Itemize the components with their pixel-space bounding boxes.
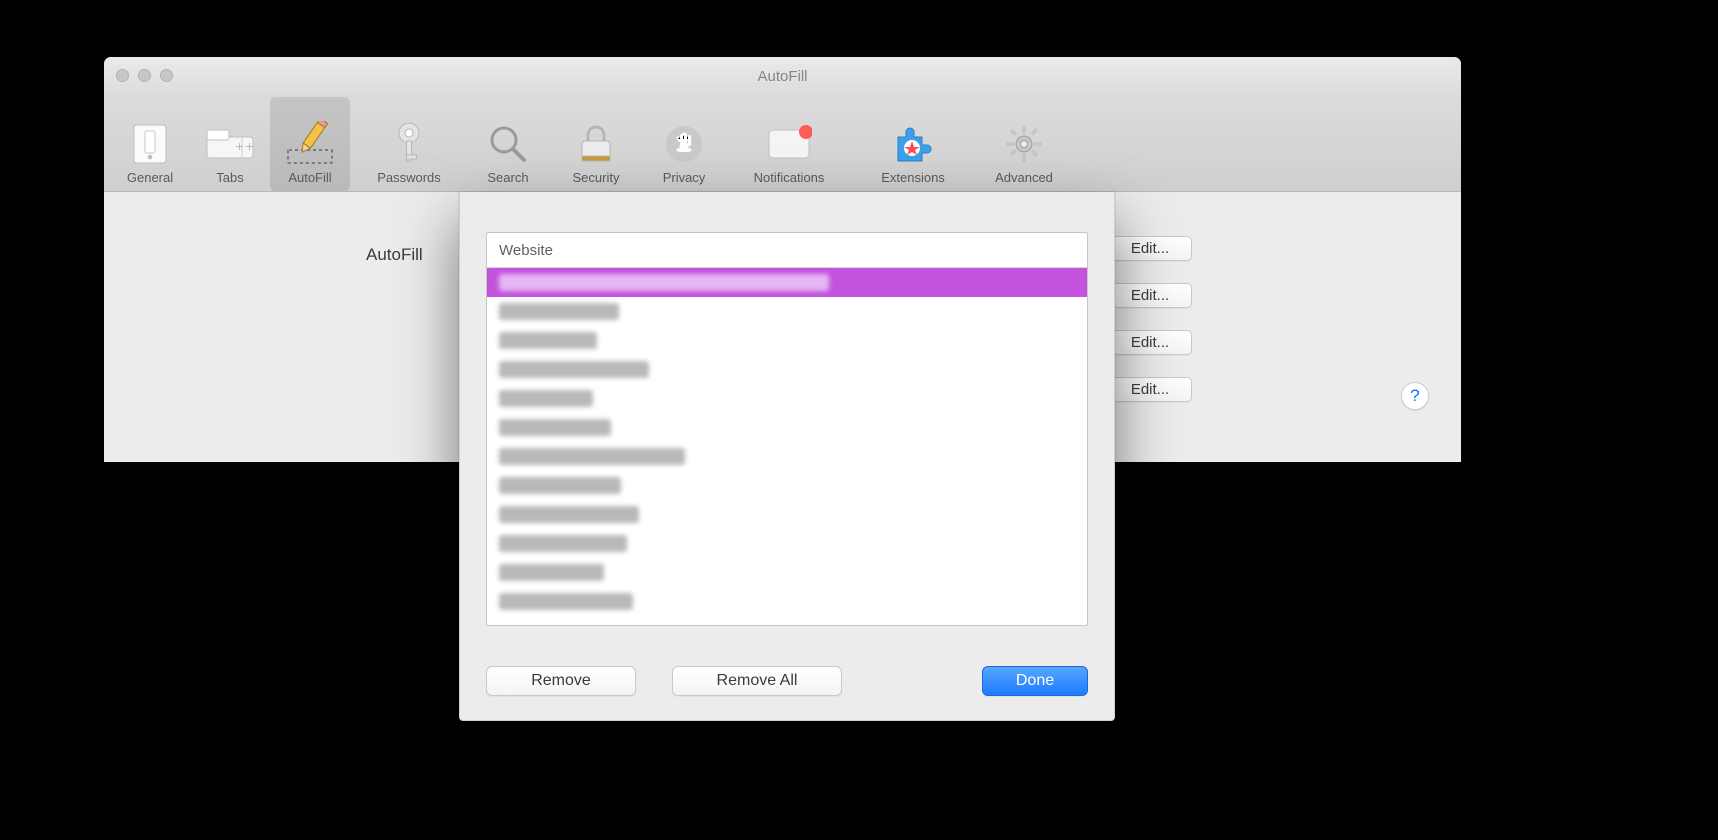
search-icon [487, 118, 529, 170]
tab-notifications[interactable]: Notifications [724, 97, 854, 191]
table-row[interactable] [487, 268, 1087, 297]
done-button[interactable]: Done [982, 666, 1088, 696]
tab-label: Extensions [881, 170, 945, 185]
table-row[interactable] [487, 471, 1087, 500]
redacted-website [499, 448, 685, 465]
tab-label: Tabs [216, 170, 243, 185]
tab-tabs[interactable]: ＋ ＋ Tabs [190, 97, 270, 191]
table-row[interactable] [487, 529, 1087, 558]
advanced-icon [1003, 118, 1045, 170]
redacted-website [499, 535, 627, 552]
tab-privacy[interactable]: Privacy [644, 97, 724, 191]
redacted-website [499, 303, 619, 320]
general-icon [133, 118, 167, 170]
redacted-website [499, 564, 604, 581]
table-row[interactable] [487, 384, 1087, 413]
edit-button-1[interactable]: Edit... [1108, 236, 1192, 261]
tab-autofill[interactable]: AutoFill [270, 97, 350, 191]
remove-all-button[interactable]: Remove All [672, 666, 842, 696]
tab-label: Security [573, 170, 620, 185]
table-row[interactable] [487, 413, 1087, 442]
website-rows [487, 268, 1087, 616]
redacted-website [499, 274, 829, 291]
svg-text:＋: ＋ [235, 142, 244, 152]
tab-advanced[interactable]: Advanced [972, 97, 1076, 191]
tab-security[interactable]: Security [548, 97, 644, 191]
table-row[interactable] [487, 442, 1087, 471]
autofill-icon [284, 118, 336, 170]
website-table: Website [486, 232, 1088, 626]
table-row[interactable] [487, 558, 1087, 587]
traffic-lights [116, 69, 173, 82]
passwords-icon [392, 118, 426, 170]
autofill-websites-sheet: Website Remove Remove All Done [459, 192, 1115, 721]
redacted-website [499, 390, 593, 407]
tab-label: Advanced [995, 170, 1053, 185]
redacted-website [499, 593, 633, 610]
tab-label: Passwords [377, 170, 441, 185]
tab-label: Search [487, 170, 528, 185]
tab-extensions[interactable]: Extensions [854, 97, 972, 191]
security-icon [578, 118, 614, 170]
redacted-website [499, 419, 611, 436]
tab-search[interactable]: Search [468, 97, 548, 191]
svg-text:＋: ＋ [245, 142, 254, 152]
zoom-window-button[interactable] [160, 69, 173, 82]
tab-general[interactable]: General [110, 97, 190, 191]
notifications-icon [766, 118, 812, 170]
edit-button-3[interactable]: Edit... [1108, 330, 1192, 355]
tab-label: General [127, 170, 173, 185]
redacted-website [499, 332, 597, 349]
close-window-button[interactable] [116, 69, 129, 82]
titlebar: AutoFill [104, 57, 1461, 97]
table-row[interactable] [487, 297, 1087, 326]
window-title: AutoFill [757, 68, 807, 85]
extensions-icon [892, 118, 934, 170]
redacted-website [499, 477, 621, 494]
autofill-section-label: AutoFill [366, 245, 423, 265]
tab-label: Notifications [754, 170, 825, 185]
tab-label: AutoFill [288, 170, 331, 185]
minimize-window-button[interactable] [138, 69, 151, 82]
privacy-icon [664, 118, 704, 170]
tabs-icon: ＋ ＋ [206, 118, 254, 170]
help-button[interactable]: ? [1401, 382, 1429, 410]
edit-button-4[interactable]: Edit... [1108, 377, 1192, 402]
remove-button[interactable]: Remove [486, 666, 636, 696]
preferences-toolbar: General ＋ ＋ Tabs [104, 97, 1461, 192]
tab-label: Privacy [663, 170, 706, 185]
edit-buttons-column: Edit... Edit... Edit... Edit... [1108, 236, 1192, 402]
redacted-website [499, 506, 639, 523]
redacted-website [499, 361, 649, 378]
sheet-button-bar: Remove Remove All Done [486, 666, 1088, 696]
tab-passwords[interactable]: Passwords [350, 97, 468, 191]
table-row[interactable] [487, 355, 1087, 384]
table-row[interactable] [487, 326, 1087, 355]
table-row[interactable] [487, 500, 1087, 529]
edit-button-2[interactable]: Edit... [1108, 283, 1192, 308]
website-column-header[interactable]: Website [487, 233, 1087, 268]
table-row[interactable] [487, 587, 1087, 616]
